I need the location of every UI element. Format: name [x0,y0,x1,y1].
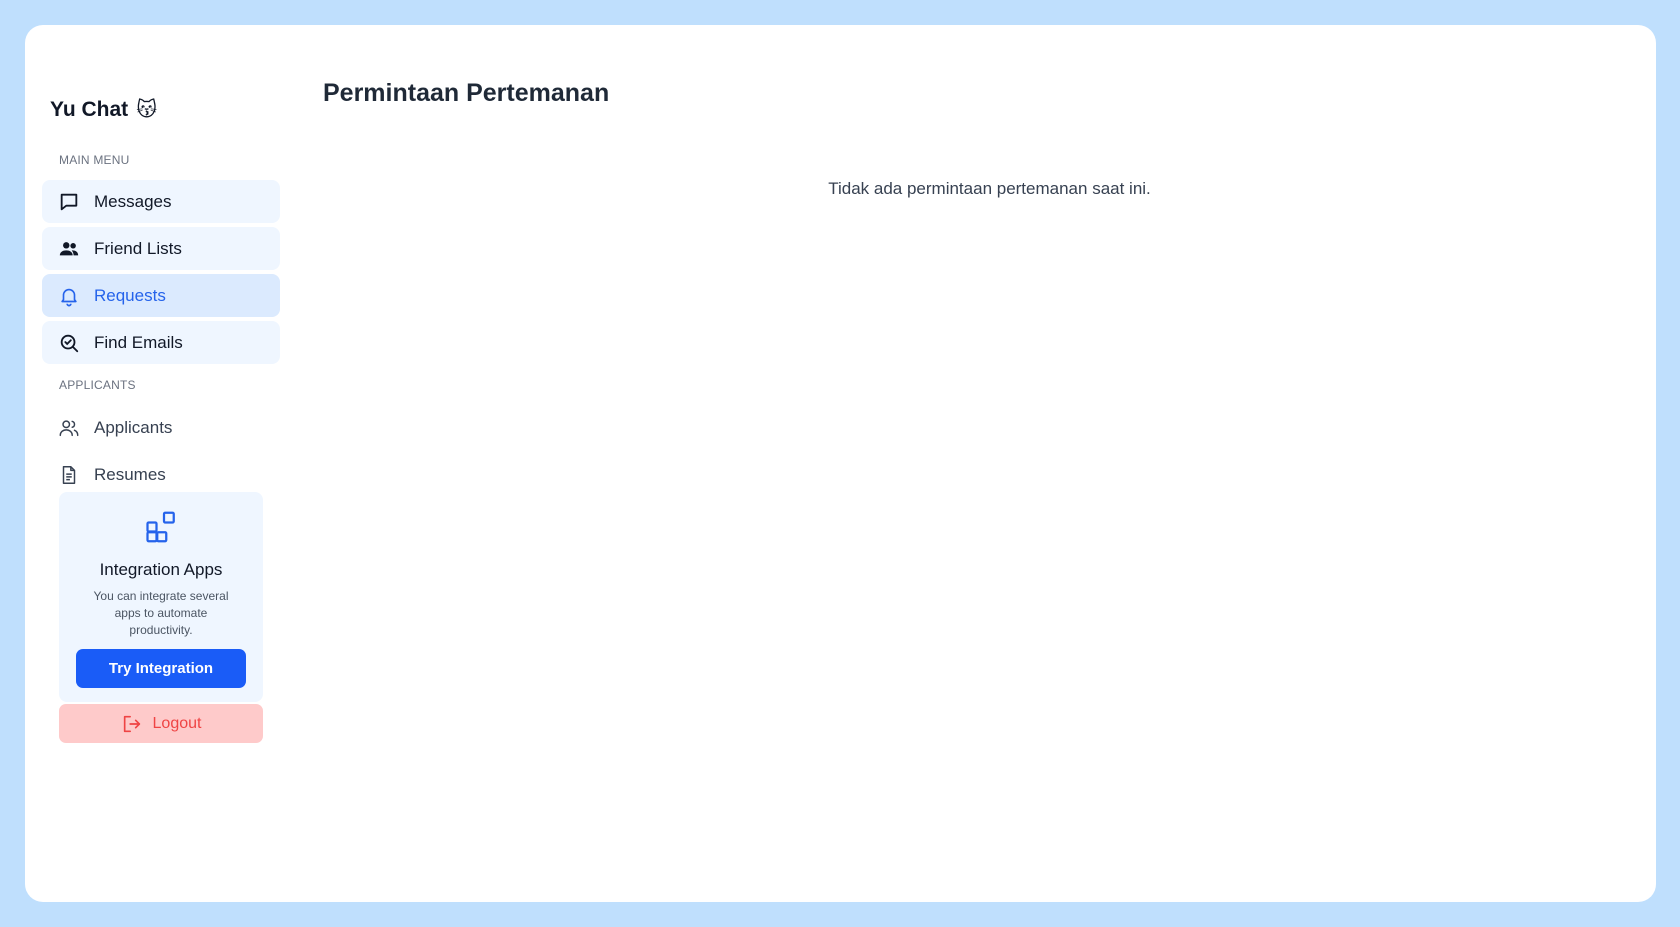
sidebar-item-label: Applicants [94,417,173,437]
promo-title: Integration Apps [99,560,223,579]
message-icon [58,191,80,213]
cat-emoji-icon: 😽 [136,99,158,121]
sidebar-item-label: Resumes [94,464,166,484]
promo-description: You can integrate several apps to automa… [93,589,229,637]
sidebar-item-messages[interactable]: Messages [42,180,280,223]
integration-promo-card: Integration Apps You can integrate sever… [59,492,263,702]
user-group-icon [58,417,80,439]
app-window: Yu Chat 😽 MAIN MENU Messages Friend List… [25,25,1656,902]
sidebar-item-label: Friend Lists [94,238,182,258]
document-icon [58,464,80,486]
try-integration-button[interactable]: Try Integration [76,649,246,688]
bell-icon [58,285,80,307]
logout-icon [123,715,140,732]
logout-label: Logout [152,714,202,732]
sidebar-item-label: Find Emails [94,332,183,352]
brand-name: Yu Chat [50,97,129,121]
sidebar-item-applicants[interactable]: Applicants [42,406,280,449]
sidebar-item-label: Requests [94,285,166,305]
sidebar-item-find-emails[interactable]: Find Emails [42,321,280,364]
search-icon [58,332,80,354]
page-title: Permintaan Pertemanan [323,79,610,107]
logout-button[interactable]: Logout [59,704,263,743]
sidebar-item-label: Messages [94,191,172,211]
sidebar: Yu Chat 😽 MAIN MENU Messages Friend List… [25,25,305,902]
sidebar-item-resumes[interactable]: Resumes [42,453,280,496]
empty-state-message: Tidak ada permintaan pertemanan saat ini… [828,179,1151,198]
sidebar-item-requests[interactable]: Requests [42,274,280,317]
apps-icon [146,511,175,543]
applicants-section-label: APPLICANTS [59,378,136,392]
users-icon [58,238,80,260]
sidebar-item-friend-lists[interactable]: Friend Lists [42,227,280,270]
brand-logo[interactable]: Yu Chat 😽 [50,97,157,122]
main-menu-label: MAIN MENU [59,153,130,167]
